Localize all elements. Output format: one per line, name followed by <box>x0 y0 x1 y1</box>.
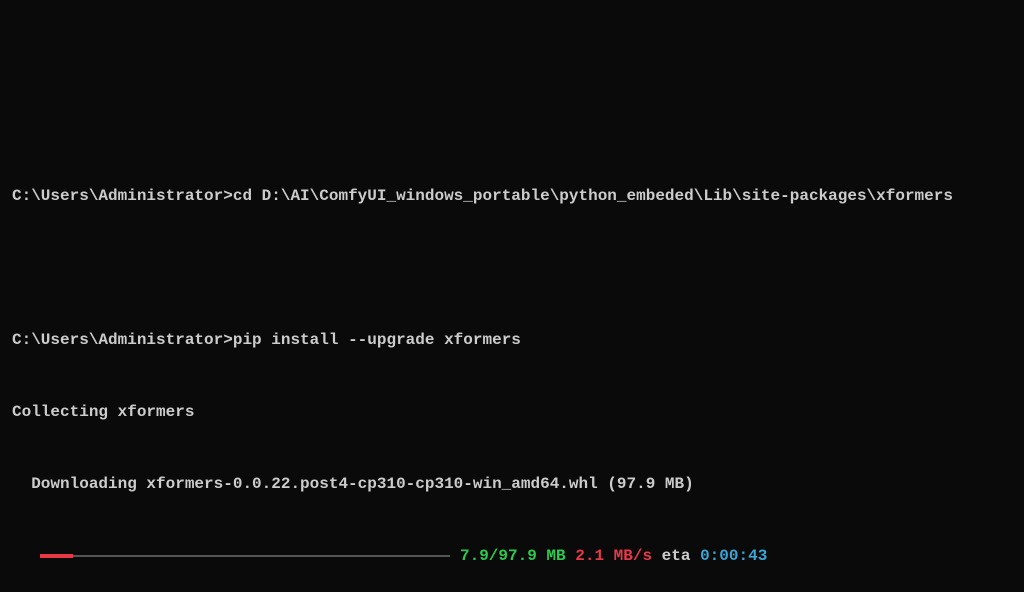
prompt-1: C:\Users\Administrator> <box>12 187 233 205</box>
prompt-2: C:\Users\Administrator> <box>12 331 233 349</box>
cd-command: cd D:\AI\ComfyUI_windows_portable\python… <box>233 187 953 205</box>
pip-install-command: pip install --upgrade xformers <box>233 331 521 349</box>
terminal-output[interactable]: C:\Users\Administrator>cd D:\AI\ComfyUI_… <box>12 8 1012 592</box>
eta-value: 0:00:43 <box>700 544 767 568</box>
eta-label: eta <box>662 544 691 568</box>
progress-bar-empty <box>73 555 450 557</box>
command-line-1: C:\Users\Administrator>cd D:\AI\ComfyUI_… <box>12 184 1012 208</box>
progress-bar <box>40 554 450 558</box>
pip-collecting-line: Collecting xformers <box>12 400 1012 424</box>
progress-bar-filled <box>40 554 73 558</box>
progress-size: 7.9/97.9 MB <box>460 544 566 568</box>
pip-downloading-line: Downloading xformers-0.0.22.post4-cp310-… <box>12 472 1012 496</box>
download-progress-line: 7.9/97.9 MB 2.1 MB/s eta 0:00:43 <box>12 544 1012 568</box>
progress-speed: 2.1 MB/s <box>575 544 652 568</box>
command-line-2: C:\Users\Administrator>pip install --upg… <box>12 328 1012 352</box>
